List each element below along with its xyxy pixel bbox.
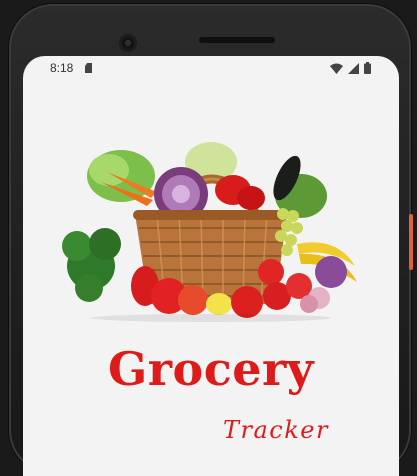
status-time: 8:18: [50, 61, 74, 75]
app-screen: 8:18 Grocery Tracker: [23, 56, 399, 476]
power-button[interactable]: [409, 214, 413, 270]
front-camera-icon: [119, 34, 137, 52]
app-title: Grocery: [108, 342, 314, 396]
earpiece-speaker: [199, 37, 275, 43]
app-subtitle: Tracker: [223, 416, 329, 444]
status-icons: [330, 62, 371, 74]
sim-card-icon: [85, 63, 92, 73]
battery-icon: [364, 62, 371, 74]
cell-signal-icon: [348, 62, 359, 74]
grocery-basket-illustration: [62, 142, 357, 322]
status-bar: 8:18: [23, 56, 399, 82]
wifi-icon: [330, 63, 343, 74]
